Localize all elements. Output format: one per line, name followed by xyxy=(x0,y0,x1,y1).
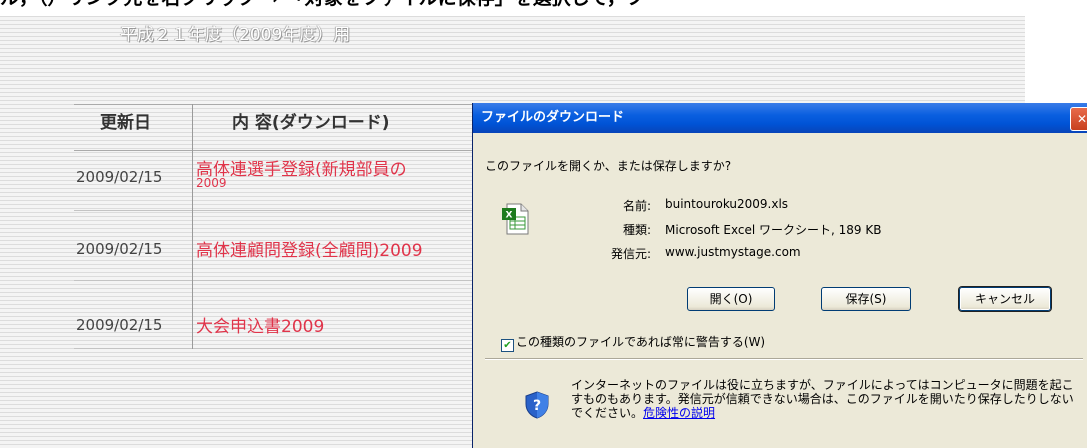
security-warning-text: インターネットのファイルは役に立ちますが、ファイルによってはコンピュータに問題を… xyxy=(571,378,1081,420)
cancel-button[interactable]: キャンセル xyxy=(959,287,1051,311)
table-column-divider xyxy=(192,104,193,349)
dialog-separator xyxy=(485,358,1083,360)
row-date: 2009/02/15 xyxy=(76,168,163,186)
dialog-title: ファイルのダウンロード xyxy=(481,110,625,125)
always-warn-option[interactable]: ✔ この種類のファイルであれば常に警告する(W) xyxy=(501,333,765,352)
file-source-label: 発信元: xyxy=(610,247,651,261)
file-name-value: buintouroku2009.xls xyxy=(665,197,789,211)
file-type-value: Microsoft Excel ワークシート, 189 KB xyxy=(665,223,882,237)
table-row-border xyxy=(74,210,494,211)
table-row-border xyxy=(74,280,494,281)
download-link-year[interactable]: 2009 xyxy=(196,176,227,190)
excel-file-icon: X xyxy=(502,203,529,235)
close-icon[interactable]: ✕ xyxy=(1070,107,1087,131)
column-header-content: 内 容(ダウンロード) xyxy=(232,113,390,133)
row-date: 2009/02/15 xyxy=(76,316,163,334)
dialog-question: このファイルを開くか、または保存しますか? xyxy=(485,159,732,173)
download-link-advisor-registration[interactable]: 高体連顧問登録(全顧問)2009 xyxy=(196,236,472,261)
always-warn-label: この種類のファイルであれば常に警告する(W) xyxy=(516,335,766,349)
file-source-value: www.justmystage.com xyxy=(665,245,801,259)
file-download-dialog: ファイルのダウンロード ✕ このファイルを開くか、または保存しますか? X 名前… xyxy=(472,103,1087,448)
download-link-entry-form[interactable]: 大会申込書2009 xyxy=(196,312,324,337)
risk-explanation-link[interactable]: 危険性の説明 xyxy=(643,406,715,420)
top-instruction-text: ル，（）リンク先を右クリック → 「対象をファイルに保存」を選択して，フ xyxy=(0,0,1087,16)
column-header-date: 更新日 xyxy=(100,113,151,133)
save-button[interactable]: 保存(S) xyxy=(821,287,911,311)
table-row-border xyxy=(74,348,494,349)
file-name-label: 名前: xyxy=(622,199,651,213)
page-subtitle: 平成２１年度（2009年度）用 xyxy=(120,25,351,45)
file-type-label: 種類: xyxy=(622,223,651,237)
row-date: 2009/02/15 xyxy=(76,240,163,258)
download-link-player-registration[interactable]: 高体連選手登録(新規部員の xyxy=(196,155,472,180)
svg-text:X: X xyxy=(506,211,513,221)
open-button[interactable]: 開く(O) xyxy=(687,287,775,311)
svg-text:?: ? xyxy=(533,398,541,414)
table-header-border xyxy=(74,150,494,151)
dialog-titlebar[interactable]: ファイルのダウンロード ✕ xyxy=(473,103,1087,133)
always-warn-checkbox[interactable]: ✔ xyxy=(501,339,514,352)
security-shield-icon: ? xyxy=(525,391,549,419)
